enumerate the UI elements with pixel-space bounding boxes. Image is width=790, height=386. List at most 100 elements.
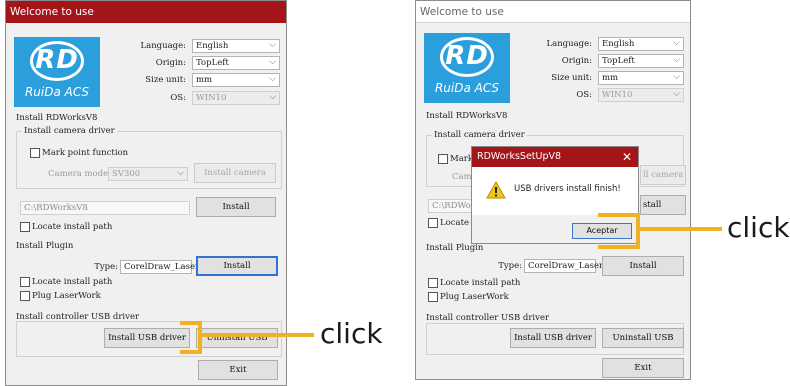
close-icon[interactable]: ✕ [622, 147, 632, 167]
dialog-title: RDWorksSetUpV8 [472, 147, 638, 167]
size-unit-select[interactable]: mm ⌵ [598, 71, 684, 85]
window-title: Welcome to use [6, 1, 286, 23]
window-title: Welcome to use [416, 1, 690, 23]
ruida-logo: RD RuiDa ACS [424, 33, 510, 103]
plugin-type-select[interactable]: CorelDraw_Laser ⌵ [120, 260, 199, 274]
callout-line [202, 333, 314, 337]
language-select[interactable]: English ⌵ [192, 39, 280, 53]
camera-model-select: SV300 ⌵ [108, 167, 188, 181]
install-plugin-button[interactable]: Install [602, 256, 684, 276]
plug-laserwork-label: Plug LaserWork [32, 291, 101, 301]
install-rdworks-button[interactable]: stall [640, 195, 686, 215]
size-unit-value: mm [196, 75, 213, 85]
size-unit-label: Size unit: [551, 73, 592, 83]
chevron-down-icon: ⌵ [673, 38, 680, 48]
chevron-down-icon: ⌵ [673, 89, 680, 99]
install-path-field[interactable]: C:\RDWorksV8 [20, 201, 190, 215]
language-label: Language: [546, 39, 592, 49]
origin-select[interactable]: TopLeft ⌵ [192, 56, 280, 70]
plugin-locate-install-path-label: Locate install path [32, 277, 113, 287]
aceptar-button[interactable]: Aceptar [572, 223, 632, 239]
install-plugin-section-label: Install Plugin [16, 241, 74, 251]
checkbox-box[interactable] [20, 276, 30, 287]
os-select: WIN10 ⌵ [598, 88, 684, 102]
mark-point-checkbox[interactable]: Mark point function [30, 147, 128, 159]
uninstall-usb-button[interactable]: Uninstall USB [196, 328, 278, 348]
installer-window-right: Welcome to use RD RuiDa ACS Language: En… [415, 0, 691, 380]
plugin-type-label: Type: [498, 261, 522, 271]
install-finished-dialog: RDWorksSetUpV8 ✕ USB drivers install fin… [471, 146, 639, 244]
origin-label: Origin: [561, 56, 592, 66]
os-value: WIN10 [196, 93, 227, 103]
plugin-type-select[interactable]: CorelDraw_Laser ⌵ [524, 259, 603, 273]
mark-point-label: Mark point function [42, 148, 129, 158]
checkbox-box[interactable] [30, 147, 40, 158]
install-rdworks-button[interactable]: Install [196, 197, 276, 217]
uninstall-usb-button[interactable]: Uninstall USB [602, 328, 684, 348]
language-value: English [196, 41, 229, 51]
exit-button[interactable]: Exit [602, 358, 684, 378]
chevron-down-icon: ⌵ [269, 40, 276, 50]
plugin-locate-install-path-label: Locate install path [440, 278, 521, 288]
plugin-type-label: Type: [94, 262, 118, 272]
install-plugin-section-label: Install Plugin [426, 243, 484, 253]
checkbox-box[interactable] [20, 221, 30, 232]
installer-window-left: Welcome to use RD RuiDa ACS Language: En… [5, 0, 287, 386]
install-usb-driver-button[interactable]: Install USB driver [510, 328, 596, 348]
chevron-down-icon: ⌵ [177, 168, 184, 178]
chevron-down-icon: ⌵ [269, 74, 276, 84]
plug-laserwork-checkbox[interactable]: Plug LaserWork [20, 290, 101, 302]
logo-text: RuiDa ACS [434, 81, 500, 95]
os-value: WIN10 [602, 90, 633, 100]
checkbox-box[interactable] [438, 153, 448, 164]
camera-model-value: SV300 [112, 169, 141, 179]
install-path-field[interactable]: C:\RDWorksV [428, 199, 490, 213]
install-rdworks-section-label: Install RDWorksV8 [16, 113, 98, 123]
click-annotation-left: click [320, 317, 383, 350]
chevron-down-icon: ⌵ [673, 72, 680, 82]
checkbox-box[interactable] [428, 291, 438, 302]
exit-button[interactable]: Exit [198, 360, 278, 380]
install-plugin-button[interactable]: Install [196, 256, 278, 276]
install-rdworks-section-label: Install RDWorksV8 [426, 111, 508, 121]
language-select[interactable]: English ⌵ [598, 37, 684, 51]
language-label: Language: [140, 41, 186, 51]
camera-model-label: Camera model: [48, 169, 114, 179]
size-unit-value: mm [602, 73, 619, 83]
logo-mark: RD [445, 41, 489, 71]
chevron-down-icon: ⌵ [181, 261, 188, 271]
camera-driver-group-label: Install camera driver [432, 129, 527, 141]
plugin-locate-install-path-checkbox[interactable]: Locate install path [20, 276, 112, 288]
locate-install-path-checkbox[interactable]: Locate install path [20, 221, 112, 233]
checkbox-box[interactable] [20, 290, 30, 301]
checkbox-box[interactable] [428, 277, 438, 288]
install-usb-driver-button[interactable]: Install USB driver [104, 328, 190, 348]
install-camera-button: ll camera [640, 165, 686, 185]
usb-driver-section-label: Install controller USB driver [426, 313, 550, 323]
origin-value: TopLeft [196, 58, 229, 68]
click-annotation-right: click [727, 211, 790, 244]
callout-line [640, 227, 722, 231]
os-select: WIN10 ⌵ [192, 91, 280, 105]
camera-driver-group-label: Install camera driver [22, 125, 117, 137]
logo-mark: RD [35, 45, 79, 75]
highlight-bracket-top [598, 213, 640, 217]
os-label: OS: [170, 93, 186, 103]
plug-laserwork-checkbox[interactable]: Plug LaserWork [428, 291, 509, 303]
size-unit-label: Size unit: [145, 75, 186, 85]
logo-text: RuiDa ACS [24, 85, 90, 99]
locate-install-path-label: Locate install path [32, 222, 113, 232]
origin-value: TopLeft [602, 56, 635, 66]
checkbox-box[interactable] [428, 217, 438, 228]
size-unit-select[interactable]: mm ⌵ [192, 73, 280, 87]
chevron-down-icon: ⌵ [269, 57, 276, 67]
origin-label: Origin: [155, 58, 186, 68]
chevron-down-icon: ⌵ [269, 92, 276, 102]
os-label: OS: [576, 90, 592, 100]
plugin-locate-install-path-checkbox[interactable]: Locate install path [428, 277, 520, 289]
origin-select[interactable]: TopLeft ⌵ [598, 54, 684, 68]
plug-laserwork-label: Plug LaserWork [440, 292, 509, 302]
highlight-bracket-bottom [598, 245, 640, 249]
install-camera-button: Install camera [194, 163, 276, 183]
warning-icon [486, 181, 506, 199]
